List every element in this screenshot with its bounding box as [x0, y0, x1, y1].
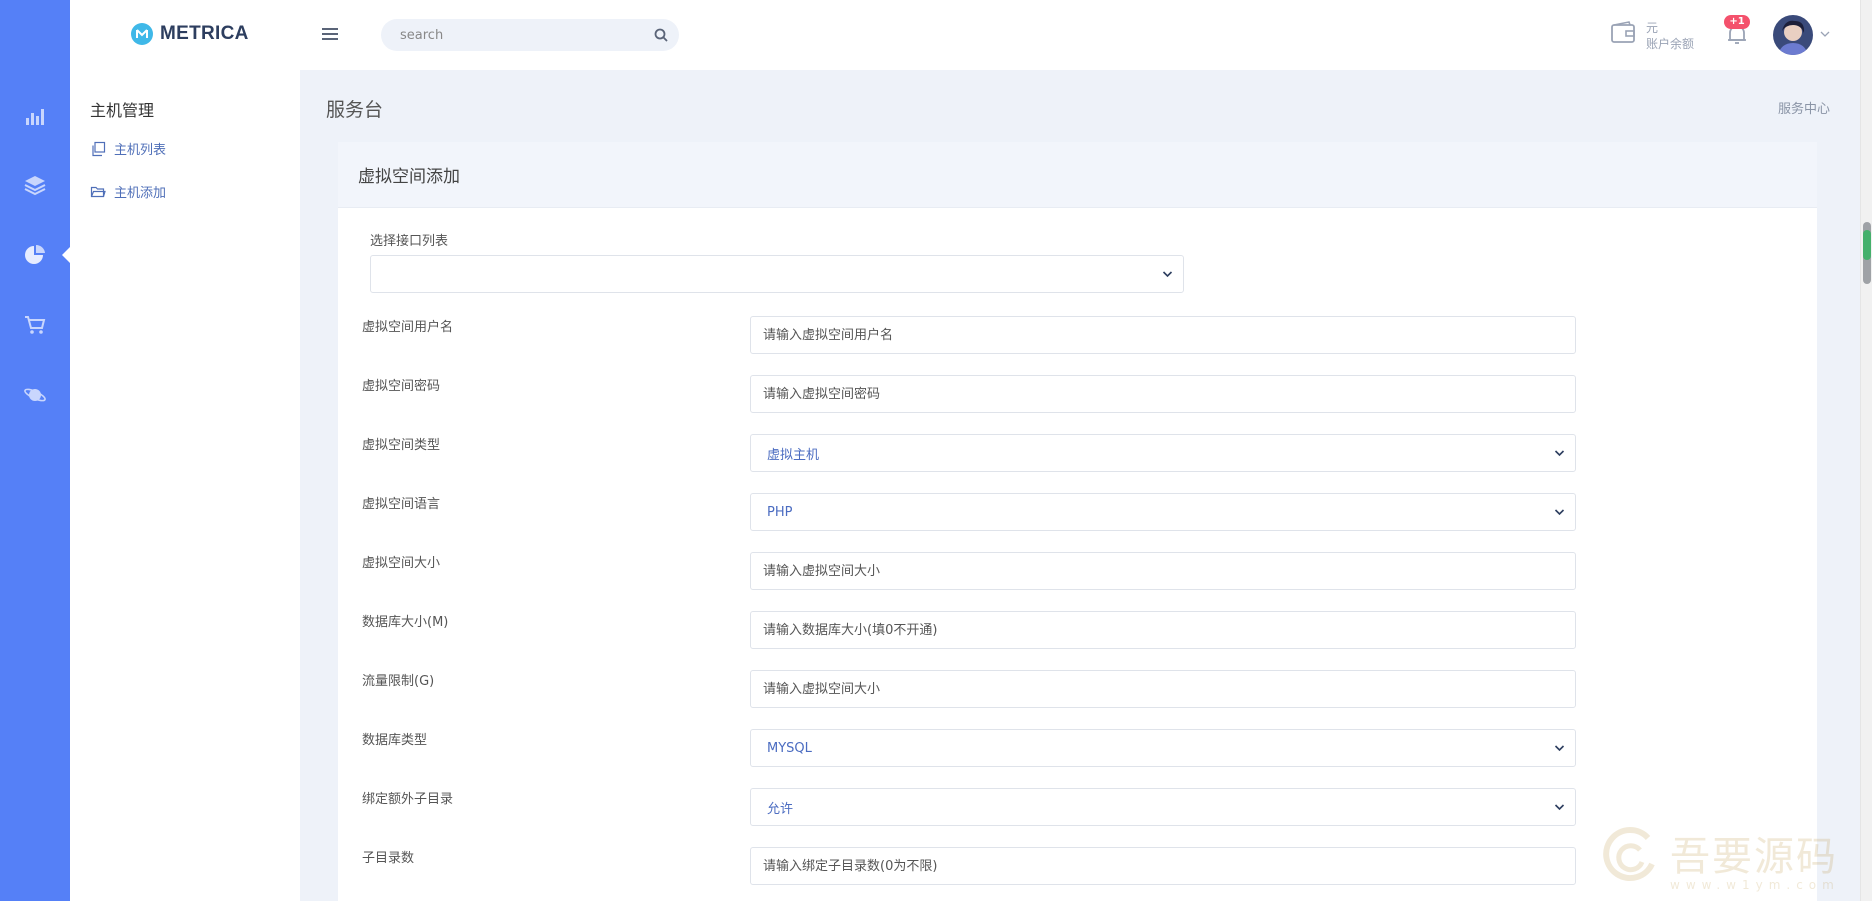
add-space-card: 虚拟空间添加 选择接口列表 虚拟空间用户名 虚拟空间密码 虚拟空间类型 虚拟主机… [338, 142, 1817, 901]
chevron-down-icon [1554, 450, 1565, 457]
field-label: 子目录数 [362, 851, 415, 866]
top-header: METRICA 元 账户余额 +1 [70, 0, 1860, 70]
brand-logo[interactable]: METRICA [130, 22, 249, 46]
form-row-space-size: 虚拟空间大小 [362, 552, 1612, 590]
field-label: 虚拟空间语言 [362, 497, 441, 512]
form-row-space-type: 虚拟空间类型 虚拟主机 [362, 434, 1612, 472]
folder-open-icon [90, 186, 106, 197]
watermark-text: 吾要源码 [1670, 834, 1838, 880]
avatar[interactable] [1773, 15, 1813, 55]
chevron-down-icon[interactable] [1820, 30, 1830, 38]
sidebar-item-host-add[interactable]: 主机添加 [90, 182, 166, 201]
bind-subdir-select[interactable]: 允许 [750, 788, 1576, 826]
cart-icon[interactable] [0, 305, 70, 345]
space-size-input[interactable] [751, 553, 1575, 589]
form-row-username: 虚拟空间用户名 [362, 316, 1612, 354]
page-scrollbar[interactable] [1860, 0, 1872, 901]
field-label: 虚拟空间用户名 [362, 320, 454, 335]
sidebar-item-label: 主机添加 [114, 186, 167, 201]
main-content: 服务台 服务中心 虚拟空间添加 选择接口列表 虚拟空间用户名 虚拟空间密码 虚拟… [300, 70, 1860, 901]
watermark-logo-icon [1603, 827, 1655, 882]
field-label: 虚拟空间密码 [362, 379, 441, 394]
db-type-select[interactable]: MYSQL [750, 729, 1576, 767]
logo-icon [131, 23, 153, 45]
pie-chart-icon[interactable] [0, 235, 70, 275]
chevron-down-icon [1162, 271, 1173, 278]
copy-icon [92, 141, 106, 156]
search-input[interactable] [381, 27, 631, 43]
page-title: 服务台 [326, 99, 384, 121]
icon-rail [0, 0, 71, 901]
form-row-subdir-count: 子目录数 [362, 847, 1612, 885]
field-label: 数据库大小(M) [362, 615, 449, 630]
select-value: PHP [767, 504, 793, 520]
field-label: 绑定额外子目录 [362, 792, 454, 807]
brand-name: METRICA [160, 23, 249, 44]
select-value: 虚拟主机 [767, 447, 820, 463]
field-label: 数据库类型 [362, 733, 428, 748]
subnav-title: 主机管理 [90, 101, 155, 120]
api-select-label: 选择接口列表 [370, 234, 449, 249]
balance-label: 账户余额 [1646, 37, 1695, 51]
account-balance[interactable]: 元 账户余额 [1610, 20, 1694, 52]
scrollbar-thumb[interactable] [1863, 222, 1871, 284]
sidebar-item-host-list[interactable]: 主机列表 [90, 139, 166, 158]
password-input[interactable] [751, 376, 1575, 412]
wallet-icon [1611, 21, 1635, 43]
form-row-language: 虚拟空间语言 PHP [362, 493, 1612, 531]
watermark: 吾要源码 www.w1ym.com [1600, 820, 1860, 901]
planet-icon[interactable] [0, 375, 70, 415]
form-row-password: 虚拟空间密码 [362, 375, 1612, 413]
form-row-traffic: 流量限制(G) [362, 670, 1612, 708]
menu-toggle-icon[interactable] [320, 24, 340, 44]
breadcrumb[interactable]: 服务中心 [1778, 98, 1830, 117]
select-value: MYSQL [767, 740, 812, 756]
traffic-input[interactable] [751, 671, 1575, 707]
balance-currency: 元 [1646, 21, 1659, 35]
subdir-count-input[interactable] [751, 848, 1575, 884]
username-input[interactable] [751, 317, 1575, 353]
sidebar-item-label: 主机列表 [114, 143, 167, 158]
form-row-db-type: 数据库类型 MYSQL [362, 729, 1612, 767]
layers-icon[interactable] [0, 165, 70, 205]
chevron-down-icon [1554, 509, 1565, 516]
card-title: 虚拟空间添加 [338, 142, 1817, 208]
watermark-url: www.w1ym.com [1670, 878, 1840, 892]
form-row-bind-subdir: 绑定额外子目录 允许 [362, 788, 1612, 826]
db-size-input[interactable] [751, 612, 1575, 648]
secondary-sidebar: 主机管理 主机列表 主机添加 [70, 70, 300, 901]
language-select[interactable]: PHP [750, 493, 1576, 531]
form-row-db-size: 数据库大小(M) [362, 611, 1612, 649]
field-label: 流量限制(G) [362, 674, 435, 689]
select-value: 允许 [767, 801, 794, 817]
chevron-down-icon [1554, 804, 1565, 811]
field-label: 虚拟空间类型 [362, 438, 441, 453]
search-icon[interactable] [653, 27, 669, 43]
bar-chart-icon[interactable] [0, 96, 70, 136]
field-label: 虚拟空间大小 [362, 556, 441, 571]
space-type-select[interactable]: 虚拟主机 [750, 434, 1576, 472]
search-box [381, 19, 679, 51]
api-select[interactable] [370, 255, 1184, 293]
chevron-down-icon [1554, 745, 1565, 752]
notification-badge: +1 [1724, 15, 1750, 29]
